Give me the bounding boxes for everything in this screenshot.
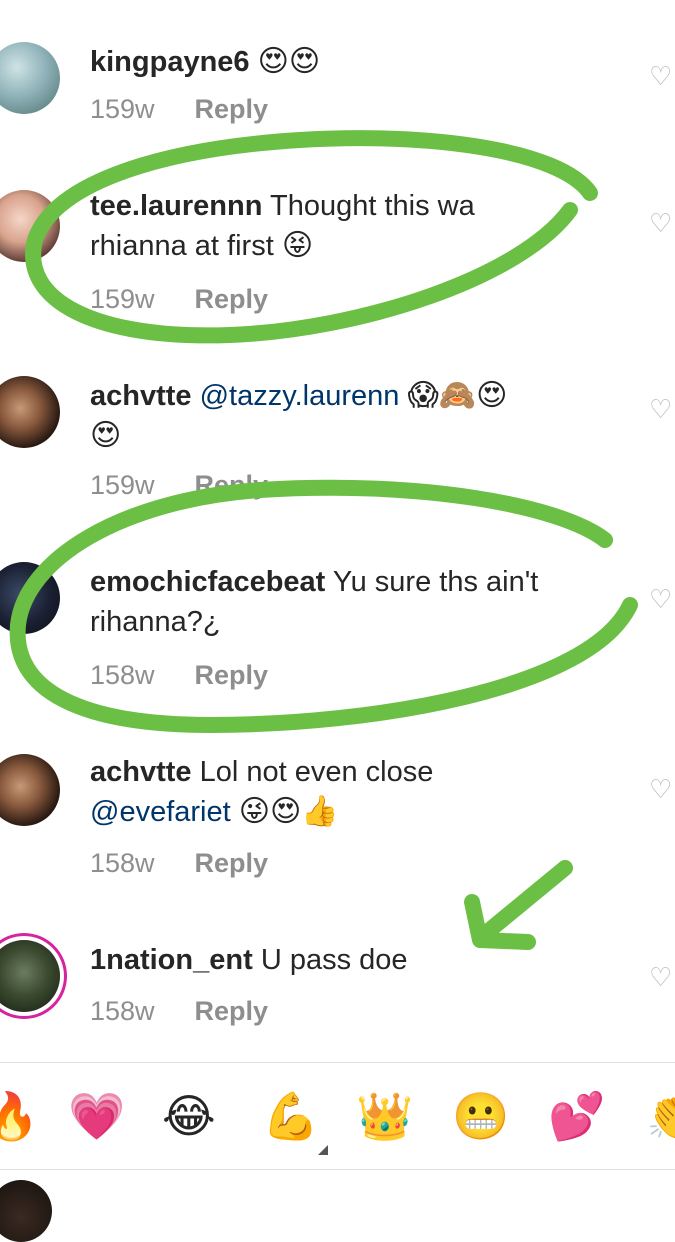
avatar[interactable] [0, 1180, 52, 1242]
emoji-quick-bar: 🔥 💗 😂 💪 👑 😬 💕 👏 [0, 1062, 675, 1170]
two-hearts-emoji-button[interactable]: 💕 [548, 1091, 605, 1141]
emoji-text: 😝 [281, 228, 314, 263]
reply-button[interactable]: Reply [195, 94, 269, 124]
heart-outline-icon[interactable]: ♡ [649, 777, 673, 803]
grimacing-emoji-button[interactable]: 😬 [452, 1091, 509, 1141]
heart-outline-icon[interactable]: ♡ [649, 965, 673, 991]
timestamp: 159w [90, 94, 155, 124]
emoji-text: 😜😍👍 [238, 794, 339, 829]
username[interactable]: kingpayne6 [90, 46, 250, 78]
fire-emoji-button[interactable]: 🔥 [0, 1091, 39, 1141]
heart-outline-icon[interactable]: ♡ [649, 587, 673, 613]
username[interactable]: tee.laurennn [90, 190, 262, 222]
annotation-arrow [472, 860, 573, 946]
avatar[interactable] [0, 376, 60, 448]
reply-button[interactable]: Reply [195, 470, 269, 500]
avatar[interactable] [0, 190, 60, 262]
comment-text: emochicfacebeat Yu sure ths ain't rihann… [90, 562, 605, 642]
mention-link[interactable]: @evefariet [90, 796, 231, 828]
emoji-text: 😍😍 [257, 44, 321, 79]
reply-button[interactable]: Reply [195, 660, 269, 690]
comment-text: kingpayne6 😍😍 [90, 42, 605, 82]
comment-text: tee.laurennn Thought this wa rhianna at … [90, 186, 605, 266]
heart-outline-icon[interactable]: ♡ [649, 211, 673, 237]
more-options-indicator[interactable] [318, 1145, 328, 1155]
comment-body: Thought this wa [269, 190, 475, 222]
comment-meta: 159w Reply [90, 470, 268, 501]
laughing-emoji-button[interactable]: 😂 [162, 1091, 216, 1141]
username[interactable]: achvtte [90, 756, 192, 788]
heart-emoji-button[interactable]: 💗 [68, 1091, 125, 1141]
timestamp: 158w [90, 660, 155, 690]
comment-text: 1nation_ent U pass doe [90, 940, 605, 980]
avatar[interactable] [0, 42, 60, 114]
username[interactable]: emochicfacebeat [90, 566, 325, 598]
emoji-text-line2: 😍 [90, 418, 122, 453]
comment-body: Lol not even close [199, 756, 434, 788]
annotation-arrow-head [464, 894, 536, 950]
comment-body-line2: rhianna at first [90, 230, 274, 262]
username[interactable]: 1nation_ent [90, 944, 253, 976]
heart-outline-icon[interactable]: ♡ [649, 64, 673, 90]
clapping-emoji-button[interactable]: 👏 [646, 1091, 675, 1141]
timestamp: 159w [90, 284, 155, 314]
comment-meta: 158w Reply [90, 996, 268, 1027]
comment-meta: 159w Reply [90, 284, 268, 315]
timestamp: 158w [90, 996, 155, 1026]
crown-emoji-button[interactable]: 👑 [356, 1091, 413, 1141]
avatar[interactable] [0, 940, 60, 1012]
comment-meta: 159w Reply [90, 94, 268, 125]
comment-body: Yu sure ths ain't [332, 566, 539, 598]
emoji-text: 😱🙈😍 [407, 378, 508, 413]
comment-meta: 158w Reply [90, 848, 268, 879]
timestamp: 158w [90, 848, 155, 878]
timestamp: 159w [90, 470, 155, 500]
comment-body: U pass doe [260, 944, 408, 976]
comment-meta: 158w Reply [90, 660, 268, 691]
heart-outline-icon[interactable]: ♡ [649, 397, 673, 423]
comment-text: achvtte @tazzy.laurenn 😱🙈😍 😍 [90, 376, 605, 456]
reply-button[interactable]: Reply [195, 996, 269, 1026]
avatar[interactable] [0, 562, 60, 634]
reply-button[interactable]: Reply [195, 284, 269, 314]
comment-body-line2: rihanna?¿ [90, 606, 221, 638]
username[interactable]: achvtte [90, 380, 192, 412]
reply-button[interactable]: Reply [195, 848, 269, 878]
comment-text: achvtte Lol not even close @evefariet 😜😍… [90, 752, 605, 832]
mention-link[interactable]: @tazzy.laurenn [200, 380, 400, 412]
flexed-biceps-emoji-button[interactable]: 💪 [262, 1091, 319, 1141]
avatar[interactable] [0, 754, 60, 826]
